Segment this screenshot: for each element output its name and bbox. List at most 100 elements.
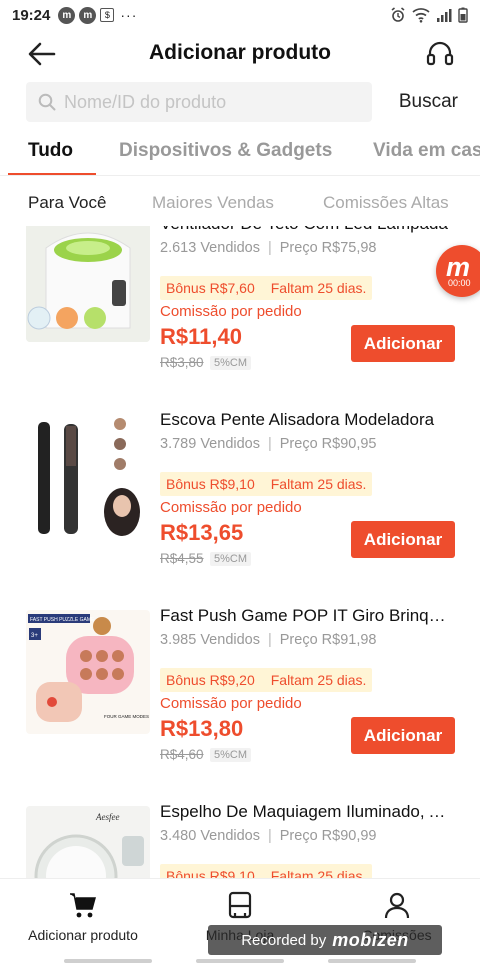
- product-thumbnail: Aesfee: [26, 806, 150, 878]
- old-commission: R$4,55: [160, 551, 204, 566]
- tab-vida-em-casa[interactable]: Vida em casa: [373, 140, 480, 162]
- product-stats: 3.480 Vendidos | Preço R$90,99: [160, 828, 377, 844]
- product-stats: 3.985 Vendidos | Preço R$91,98: [160, 632, 377, 648]
- product-name: Fast Push Game POP IT Giro Brinquedo: [160, 606, 450, 625]
- store-icon: [228, 891, 252, 919]
- product-item: Escova Pente Alisadora Modeladora 3.789 …: [0, 406, 480, 602]
- mobizen-notification-icon: m: [58, 6, 76, 24]
- product-price: Preço R$90,99: [279, 828, 377, 844]
- bonus-days-left: Faltam 25 dias.: [270, 280, 367, 296]
- recorder-timer: 00:00: [448, 278, 471, 288]
- category-tabs: Tudo Dispositivos & Gadgets Vida em casa: [0, 130, 480, 176]
- product-name: Espelho De Maquiagem Iluminado, Aesfee: [160, 802, 450, 821]
- add-product-button[interactable]: Adicionar: [351, 521, 455, 558]
- sold-count: 2.613 Vendidos: [160, 240, 260, 256]
- product-price: Preço R$91,98: [279, 632, 377, 648]
- watermark-brand: mobizen: [332, 929, 409, 950]
- signal-icon: [437, 9, 452, 22]
- sort-tab-para-voce[interactable]: Para Você: [28, 193, 106, 213]
- bonus-badge: Bônus R$9,10 Faltam 25 dias.: [160, 864, 373, 878]
- sold-count: 3.985 Vendidos: [160, 632, 260, 648]
- product-list[interactable]: Ventilador De Teto Com Led Lampada 2.613…: [0, 226, 480, 878]
- watermark-prefix: Recorded by: [241, 931, 327, 949]
- product-thumbnail: [26, 414, 150, 538]
- ceiling-fan-image: [26, 226, 150, 342]
- cart-icon: [70, 893, 96, 918]
- page-title: Adicionar produto: [149, 41, 331, 64]
- tab-tudo[interactable]: Tudo: [28, 140, 73, 162]
- commission-rate: 5%CM: [210, 748, 252, 762]
- header: Adicionar produto: [0, 30, 480, 76]
- add-product-button[interactable]: Adicionar: [351, 717, 455, 754]
- product-name: Escova Pente Alisadora Modeladora: [160, 410, 435, 429]
- old-commission: R$4,60: [160, 747, 204, 762]
- makeup-mirror-image: Aesfee: [26, 806, 150, 878]
- product-price: Preço R$90,95: [279, 436, 377, 452]
- search-row: Buscar: [26, 82, 458, 122]
- recording-watermark: Recorded by mobizen: [208, 925, 442, 955]
- bonus-amount: Bônus R$9,10: [166, 476, 255, 492]
- nav-pill-center[interactable]: [196, 959, 284, 963]
- product-stats: 3.789 Vendidos | Preço R$90,95: [160, 436, 377, 452]
- nav-pill-right[interactable]: [328, 959, 416, 963]
- system-navigation-bar: [0, 957, 480, 968]
- bonus-amount: Bônus R$9,10: [166, 868, 255, 878]
- bonus-amount: Bônus R$7,60: [166, 280, 255, 296]
- sort-tab-maiores-vendas[interactable]: Maiores Vendas: [152, 193, 274, 213]
- screen-recorder-bubble[interactable]: m 00:00: [436, 245, 480, 297]
- tab-dispositivos-gadgets[interactable]: Dispositivos & Gadgets: [119, 140, 332, 162]
- product-name: Ventilador De Teto Com Led Lampada: [160, 226, 450, 234]
- nav-add-product[interactable]: Adicionar produto: [3, 879, 163, 951]
- commission-label: Comissão por pedido: [160, 695, 302, 712]
- old-commission: R$3,80: [160, 355, 204, 370]
- sort-tab-comissoes-altas[interactable]: Comissões Altas: [323, 193, 449, 213]
- battery-icon: [458, 7, 468, 23]
- status-bar: 19:24 m m $ ···: [0, 0, 480, 30]
- bonus-badge: Bônus R$7,60 Faltam 25 dias.: [160, 276, 373, 300]
- commission-label: Comissão por pedido: [160, 303, 302, 320]
- bonus-badge: Bônus R$9,20 Faltam 25 dias.: [160, 668, 373, 692]
- commission-rate: 5%CM: [210, 552, 252, 566]
- pop-it-game-image: FAST PUSH PUZZLE GAME 3+ FOUR GAME MODES: [26, 610, 150, 734]
- commission-price: R$11,40: [160, 324, 242, 349]
- nav-label-add-product: Adicionar produto: [28, 927, 138, 943]
- product-item: Ventilador De Teto Com Led Lampada 2.613…: [0, 226, 480, 406]
- add-product-button[interactable]: Adicionar: [351, 325, 455, 362]
- sold-count: 3.789 Vendidos: [160, 436, 260, 452]
- sort-tabs: Para Você Maiores Vendas Comissões Altas: [0, 186, 480, 222]
- wifi-icon: [412, 8, 430, 23]
- commission-label: Comissão por pedido: [160, 499, 302, 516]
- search-button[interactable]: Buscar: [399, 91, 458, 113]
- product-thumbnail: FAST PUSH PUZZLE GAME 3+ FOUR GAME MODES: [26, 610, 150, 734]
- bonus-days-left: Faltam 25 dias.: [270, 672, 367, 688]
- product-item: Aesfee Espelho De Maquiagem Iluminado, A…: [0, 798, 480, 878]
- more-notifications-icon: ···: [120, 7, 138, 23]
- bonus-badge: Bônus R$9,10 Faltam 25 dias.: [160, 472, 373, 496]
- payment-notification-icon: $: [100, 8, 115, 22]
- bonus-amount: Bônus R$9,20: [166, 672, 255, 688]
- alarm-icon: [391, 7, 405, 22]
- headset-support-icon[interactable]: [424, 38, 456, 70]
- hair-brush-image: [26, 414, 150, 538]
- bonus-days-left: Faltam 25 dias.: [270, 476, 367, 492]
- thumb-age-text: 3+: [31, 633, 38, 639]
- thumb-top-text: FAST PUSH PUZZLE GAME: [30, 617, 95, 623]
- status-time: 19:24: [12, 6, 51, 24]
- thumb-bottom-text: FOUR GAME MODES: [104, 714, 149, 719]
- bonus-days-left: Faltam 25 dias.: [270, 868, 367, 878]
- commission-rate: 5%CM: [210, 356, 252, 370]
- back-arrow-icon[interactable]: [26, 38, 58, 70]
- active-tab-indicator: [8, 173, 96, 175]
- search-icon: [38, 93, 56, 111]
- commission-price: R$13,65: [160, 520, 244, 545]
- nav-pill-left[interactable]: [64, 959, 152, 963]
- product-price: Preço R$75,98: [279, 240, 377, 256]
- product-stats: 2.613 Vendidos | Preço R$75,98: [160, 240, 377, 256]
- search-box[interactable]: [26, 82, 372, 122]
- mobizen-notification-icon-2: m: [79, 6, 97, 24]
- product-thumbnail: [26, 226, 150, 342]
- search-input[interactable]: [64, 91, 354, 113]
- profile-icon: [384, 892, 410, 919]
- product-item: FAST PUSH PUZZLE GAME 3+ FOUR GAME MODES…: [0, 602, 480, 798]
- thumb-brand-text: Aesfee: [95, 812, 119, 822]
